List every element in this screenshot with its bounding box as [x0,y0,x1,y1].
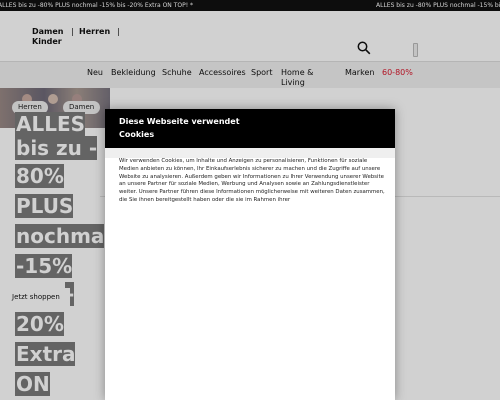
cookie-dialog-title: Diese Webseite verwendet [119,117,240,126]
cookie-dialog-divider [105,148,395,158]
cookie-dialog-title-2: Cookies [119,130,155,139]
cookie-consent-dialog: Diese Webseite verwendet Cookies Wir ver… [105,109,395,400]
cookie-dialog-text: Wir verwenden Cookies, um Inhalte und An… [119,158,385,203]
cookie-dialog-header: Diese Webseite verwendet Cookies [105,109,395,148]
